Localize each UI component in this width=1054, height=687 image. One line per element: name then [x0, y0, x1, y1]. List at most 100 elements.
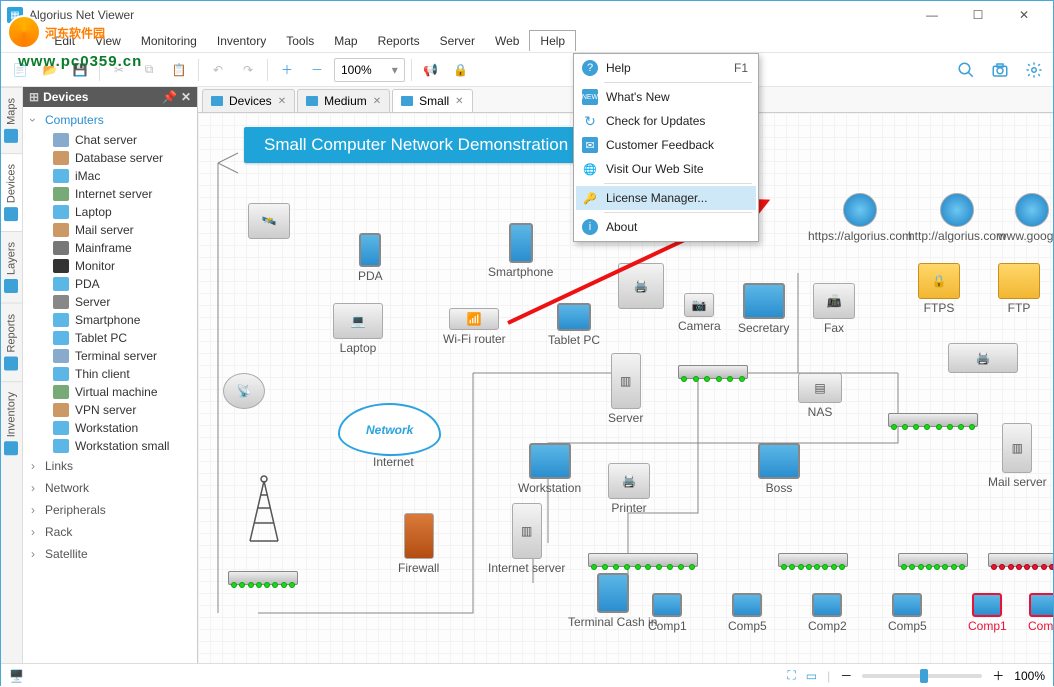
- tree-item-server[interactable]: Server: [23, 293, 197, 311]
- left-tab-inventory[interactable]: Inventory: [1, 381, 22, 465]
- menu-customer-feedback[interactable]: ✉Customer Feedback: [576, 133, 756, 157]
- menu-tools[interactable]: Tools: [276, 31, 324, 51]
- tree-item-chat-server[interactable]: Chat server: [23, 131, 197, 149]
- tree-item-terminal-server[interactable]: Terminal server: [23, 347, 197, 365]
- node-printer[interactable]: 🖨️Printer: [608, 463, 650, 515]
- node-ftps[interactable]: 🔒FTPS: [918, 263, 960, 315]
- menu-visit-website[interactable]: 🌐Visit Our Web Site: [576, 157, 756, 181]
- tab-close-icon[interactable]: ✕: [373, 96, 381, 107]
- cut-button[interactable]: ✂: [106, 57, 132, 83]
- tree-item-workstation[interactable]: Workstation: [23, 419, 197, 437]
- menu-inventory[interactable]: Inventory: [207, 31, 276, 51]
- menu-help[interactable]: Help: [529, 30, 576, 51]
- copy-button[interactable]: ⧉: [136, 57, 162, 83]
- menu-web[interactable]: Web: [485, 31, 529, 51]
- search-button[interactable]: [953, 57, 979, 83]
- tree-item-imac[interactable]: iMac: [23, 167, 197, 185]
- tree-item-tablet-pc[interactable]: Tablet PC: [23, 329, 197, 347]
- lock-button[interactable]: 🔒: [448, 57, 474, 83]
- announce-button[interactable]: 📢: [418, 57, 444, 83]
- maximize-button[interactable]: ☐: [955, 1, 1001, 29]
- node-google[interactable]: www.google.: [998, 193, 1053, 243]
- switch-right[interactable]: [888, 413, 978, 427]
- menu-view[interactable]: View: [85, 31, 131, 51]
- menu-check-updates[interactable]: ↻Check for Updates: [576, 109, 756, 133]
- minimize-button[interactable]: —: [909, 1, 955, 29]
- tree-item-monitor[interactable]: Monitor: [23, 257, 197, 275]
- undo-button[interactable]: ↶: [205, 57, 231, 83]
- switch-1[interactable]: [228, 571, 298, 585]
- monitor-icon[interactable]: [800, 653, 824, 663]
- tree-item-pda[interactable]: PDA: [23, 275, 197, 293]
- panel-pin-icon[interactable]: 📌: [162, 90, 177, 104]
- node-internet-server[interactable]: ▥Internet server: [488, 503, 565, 575]
- tree-group-network[interactable]: Network: [23, 477, 197, 499]
- zoom-minus-icon[interactable]: －: [840, 667, 852, 684]
- menu-whats-new[interactable]: NEWWhat's New: [576, 85, 756, 109]
- node-wifi-router[interactable]: 📶Wi-Fi router: [443, 308, 506, 346]
- zoom-slider[interactable]: [862, 674, 982, 678]
- snapshot-button[interactable]: [987, 57, 1013, 83]
- close-button[interactable]: ✕: [1001, 1, 1047, 29]
- left-tab-devices[interactable]: Devices: [1, 153, 22, 231]
- tree-item-database-server[interactable]: Database server: [23, 149, 197, 167]
- tree-item-internet-server[interactable]: Internet server: [23, 185, 197, 203]
- new-map-button[interactable]: 📄: [7, 57, 33, 83]
- node-server[interactable]: ▥Server: [608, 353, 643, 425]
- switch-2[interactable]: [588, 553, 698, 567]
- node-firewall[interactable]: Firewall: [398, 513, 439, 575]
- node-workstation[interactable]: Workstation: [518, 443, 581, 495]
- monitor-icon[interactable]: [926, 653, 950, 663]
- save-button[interactable]: 💾: [67, 57, 93, 83]
- tree-item-vpn-server[interactable]: VPN server: [23, 401, 197, 419]
- zoom-out-button[interactable]: －: [304, 57, 330, 83]
- node-satellite[interactable]: 🛰️: [248, 203, 290, 241]
- tree-item-virtual-machine[interactable]: Virtual machine: [23, 383, 197, 401]
- node-ftp[interactable]: FTP: [998, 263, 1040, 315]
- paste-button[interactable]: 📋: [166, 57, 192, 83]
- menu-help[interactable]: ?HelpF1: [576, 56, 756, 80]
- node-fax[interactable]: 📠Fax: [813, 283, 855, 335]
- node-nas[interactable]: ▤NAS: [798, 373, 842, 419]
- doc-tab-devices[interactable]: Devices✕: [202, 89, 295, 112]
- tree-group-rack[interactable]: Rack: [23, 521, 197, 543]
- menu-monitoring[interactable]: Monitoring: [131, 31, 207, 51]
- settings-button[interactable]: [1021, 57, 1047, 83]
- switch-5-error[interactable]: [988, 553, 1053, 567]
- open-button[interactable]: 📂: [37, 57, 63, 83]
- node-algorius-https[interactable]: https://algorius.com: [808, 193, 912, 243]
- tree-group-computers[interactable]: Computers: [23, 109, 197, 131]
- fit-width-icon[interactable]: ▭: [806, 669, 817, 683]
- node-comp1[interactable]: Comp1: [648, 593, 687, 633]
- node-pda[interactable]: PDA: [358, 233, 383, 283]
- monitor-icon[interactable]: [228, 633, 252, 653]
- menu-license-manager[interactable]: 🔑License Manager...: [576, 186, 756, 210]
- tree-item-thin-client[interactable]: Thin client: [23, 365, 197, 383]
- monitor-icon[interactable]: [842, 653, 866, 663]
- monitor-icon[interactable]: [266, 633, 290, 653]
- switch-3[interactable]: [778, 553, 848, 567]
- node-comp5[interactable]: Comp5: [728, 593, 767, 633]
- tree-item-workstation-small[interactable]: Workstation small: [23, 437, 197, 455]
- status-monitor-icon[interactable]: 🖥️: [9, 669, 24, 683]
- tree-item-mail-server[interactable]: Mail server: [23, 221, 197, 239]
- node-mailserver[interactable]: ▥Mail server: [988, 423, 1047, 489]
- tree-group-satellite[interactable]: Satellite: [23, 543, 197, 565]
- node-boss[interactable]: Boss: [758, 443, 800, 495]
- node-dish[interactable]: 📡: [223, 373, 265, 411]
- node-comp2[interactable]: Comp2: [808, 593, 847, 633]
- tab-close-icon[interactable]: ✕: [278, 96, 286, 107]
- menu-edit[interactable]: Edit: [44, 31, 85, 51]
- tree-item-mainframe[interactable]: Mainframe: [23, 239, 197, 257]
- switch-4[interactable]: [898, 553, 968, 567]
- zoom-plus-icon[interactable]: ＋: [992, 667, 1004, 684]
- node-comp-red[interactable]: Comp: [1028, 593, 1053, 633]
- tree-item-laptop[interactable]: Laptop: [23, 203, 197, 221]
- tab-close-icon[interactable]: ✕: [455, 96, 463, 107]
- monitor-icon[interactable]: [758, 653, 782, 663]
- node-plotter[interactable]: 🖨️: [948, 343, 1018, 375]
- node-tower[interactable]: [243, 473, 285, 545]
- node-comp5b[interactable]: Comp5: [888, 593, 927, 633]
- monitor-icon[interactable]: [968, 653, 992, 663]
- menu-about[interactable]: iAbout: [576, 215, 756, 239]
